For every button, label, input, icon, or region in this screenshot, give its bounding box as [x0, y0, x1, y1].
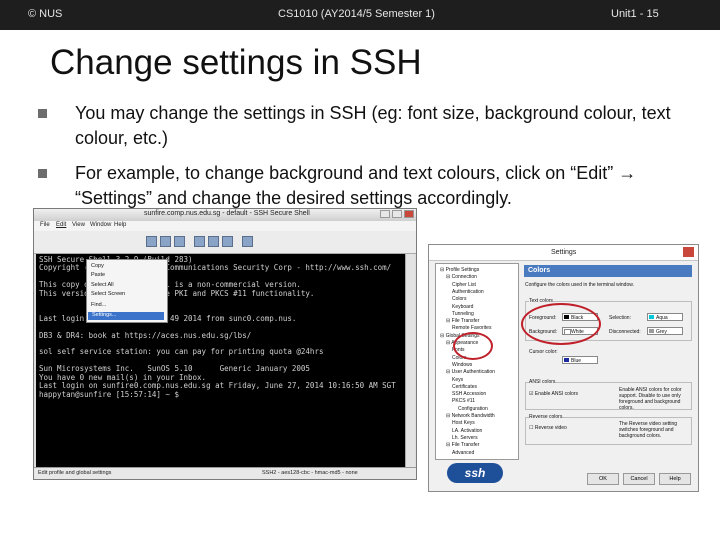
reverse-description: The Reverse video setting switches foreg… [619, 421, 678, 439]
bullet-text: You may change the settings in SSH (eg: … [75, 103, 671, 148]
edit-menu-paste[interactable]: Paste [91, 272, 105, 278]
settings-titlebar: Settings [429, 245, 698, 261]
reverse-colors-label: Reverse colors [529, 414, 563, 420]
status-connection: SSH2 - aes128-cbc - hmac-md5 - none [262, 470, 358, 476]
edit-menu-select-screen[interactable]: Select Screen [91, 291, 125, 297]
settings-dialog: Settings ⊟ Profile Settings ⊟ Connection C… [428, 244, 699, 492]
disconnected-select[interactable]: Grey [647, 327, 683, 335]
ssh-toolbar [34, 231, 416, 254]
help-button[interactable]: Help [659, 473, 691, 485]
panel-description: Configure the colors used in the termina… [525, 282, 634, 288]
menu-edit[interactable]: Edit [56, 222, 66, 228]
header-copyright: © NUS [28, 8, 63, 20]
slide-header: © NUS CS1010 (AY2014/5 Semester 1) Unit1… [0, 0, 720, 30]
bullet-square-icon [38, 109, 47, 118]
edit-menu-settings[interactable]: Settings... [88, 312, 164, 320]
edit-menu-find[interactable]: Find... [91, 302, 106, 308]
help-icon[interactable] [242, 236, 253, 247]
tree-item[interactable]: LA. Activation [452, 428, 482, 434]
ssh-logo: ssh [447, 463, 503, 483]
tree-item[interactable]: Keys [452, 377, 463, 383]
cursor-color-label: Cursor color: [529, 349, 558, 355]
tree-item[interactable]: SSH Accession [452, 391, 486, 397]
edit-menu-copy[interactable]: Copy [91, 263, 104, 269]
tree-item[interactable]: Windows [452, 362, 472, 368]
color-swatch [649, 315, 654, 319]
tree-item[interactable]: Configuration [458, 406, 488, 412]
tree-item[interactable]: Certificates [452, 384, 477, 390]
toolbar-icon[interactable] [208, 236, 219, 247]
close-icon[interactable] [404, 210, 414, 218]
ansi-colors-label: ANSI colors [529, 379, 556, 385]
ssh-window: sunfire.comp.nus.edu.sg - default - SSH … [33, 208, 417, 480]
panel-title: Colors [524, 265, 692, 277]
tree-item[interactable]: Advanced [452, 450, 474, 456]
tree-item[interactable]: Lh. Servers [452, 435, 478, 441]
color-swatch [649, 329, 654, 333]
bullet-text: For example, to change background and te… [75, 163, 637, 208]
tree-item[interactable]: Remote Favorites [452, 325, 491, 331]
ansi-checkbox[interactable]: ☑ Enable ANSI colors [529, 391, 578, 397]
minimize-icon[interactable] [380, 210, 390, 218]
toolbar-icon[interactable] [160, 236, 171, 247]
highlight-ring [453, 332, 493, 360]
menu-help[interactable]: Help [114, 222, 126, 228]
maximize-icon[interactable] [392, 210, 402, 218]
slide-title: Change settings in SSH [50, 43, 422, 82]
status-hint: Edit profile and global settings [38, 470, 112, 476]
reverse-video-checkbox[interactable]: ☐ Reverse video [529, 425, 567, 431]
menu-file[interactable]: File [40, 222, 50, 228]
tree-item[interactable]: ⊟ Connection [446, 274, 477, 280]
menu-window[interactable]: Window [90, 222, 111, 228]
highlight-ring [521, 303, 601, 345]
edit-menu-dropdown: Copy Paste Select All Select Screen Find… [86, 259, 168, 323]
cursor-color-select[interactable]: Blue [562, 356, 598, 364]
cancel-button[interactable]: Cancel [623, 473, 655, 485]
selection-select[interactable]: Aqua [647, 313, 683, 321]
terminal-scrollbar[interactable] [405, 254, 415, 470]
header-unit: Unit1 - 15 [611, 8, 659, 20]
toolbar-icon[interactable] [146, 236, 157, 247]
close-icon[interactable] [683, 247, 694, 257]
toolbar-icon[interactable] [222, 236, 233, 247]
ssh-titlebar: sunfire.comp.nus.edu.sg - default - SSH … [34, 209, 416, 221]
ssh-window-title: sunfire.comp.nus.edu.sg - default - SSH … [144, 210, 310, 217]
terminal-line: DB3 & DR4: book at https://aces.nus.edu.… [39, 330, 252, 340]
toolbar-icon[interactable] [194, 236, 205, 247]
tree-item[interactable]: ⊟ File Transfer [446, 442, 479, 448]
menu-view[interactable]: View [72, 222, 85, 228]
ok-button[interactable]: OK [587, 473, 619, 485]
settings-title: Settings [551, 249, 577, 256]
tree-item[interactable]: Keyboard [452, 304, 473, 310]
bullet-square-icon [38, 169, 47, 178]
tree-item[interactable]: ⊟ File Transfer [446, 318, 479, 324]
ssh-statusbar: Edit profile and global settings SSH2 - … [34, 467, 416, 479]
tree-item[interactable]: Host Keys [452, 420, 475, 426]
tree-item[interactable]: ⊟ Network Bandwidth [446, 413, 495, 419]
terminal-line: happytan@sunfire [15:57:14] ~ $ [39, 389, 179, 399]
tree-item[interactable]: ⊟ Profile Settings [440, 267, 479, 273]
ansi-description: Enable ANSI colors for color support. Di… [619, 387, 682, 411]
tree-item[interactable]: Colors [452, 296, 466, 302]
header-course: CS1010 (AY2014/5 Semester 1) [278, 8, 435, 20]
tree-item[interactable]: ⊟ User Authentication [446, 369, 495, 375]
selection-label: Selection: [609, 315, 631, 321]
terminal-line: sol self service station: you can pay fo… [39, 347, 324, 357]
disconnected-label: Disconnected: [609, 329, 641, 335]
tree-item[interactable]: Authentication [452, 289, 484, 295]
ssh-menubar: File Edit View Window Help [34, 221, 416, 231]
color-swatch [564, 358, 569, 362]
edit-menu-select-all[interactable]: Select All [91, 282, 114, 288]
tree-item[interactable]: Tunneling [452, 311, 474, 317]
settings-tree: ⊟ Profile Settings ⊟ Connection Cipher Lis… [435, 263, 519, 460]
tree-item[interactable]: PKCS #11 [452, 398, 475, 404]
toolbar-icon[interactable] [174, 236, 185, 247]
tree-item[interactable]: Cipher List [452, 282, 476, 288]
